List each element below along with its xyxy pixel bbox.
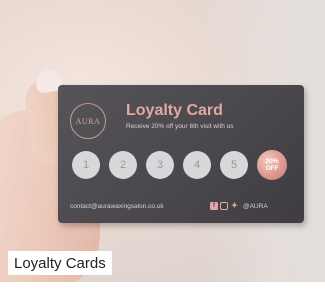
stamp-circle: 2	[109, 151, 137, 179]
twitter-icon: ✦	[231, 201, 238, 210]
social-handle: @AURA	[243, 202, 268, 210]
stamp-row: 1 2 3 4 5 20% OFF	[72, 150, 296, 181]
social-links: f ✦ @AURA	[210, 201, 268, 211]
loyalty-card: AURA Loyalty Card Receive 20% off your 6…	[58, 85, 304, 223]
logo-text: AURA	[75, 116, 101, 126]
stamp-circle: 5	[220, 151, 248, 179]
card-title: Loyalty Card	[126, 102, 223, 119]
reward-off: OFF	[265, 165, 279, 172]
contact-email: contact@aurawaxingsalon.co.uk	[70, 203, 164, 210]
brand-logo: AURA	[70, 103, 106, 139]
instagram-icon	[220, 202, 228, 210]
product-caption[interactable]: Loyalty Cards	[8, 251, 112, 275]
facebook-icon: f	[210, 202, 218, 210]
reward-badge: 20% OFF	[257, 150, 287, 180]
card-subtitle: Receive 20% off your 6th visit with us	[126, 123, 234, 130]
reward-percent: 20%	[265, 158, 279, 165]
stamp-circle: 3	[146, 151, 174, 179]
stamp-circle: 4	[183, 151, 211, 179]
product-photo: AURA Loyalty Card Receive 20% off your 6…	[0, 0, 325, 282]
stamp-circle: 1	[72, 151, 100, 179]
